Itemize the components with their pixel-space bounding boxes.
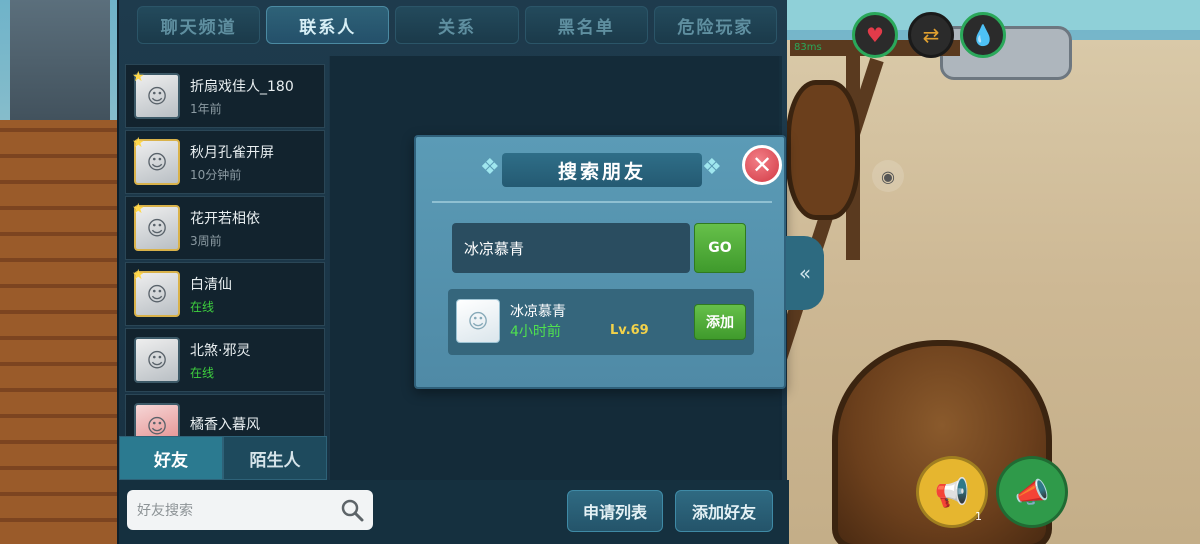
heart-icon[interactable]: ♥: [852, 12, 898, 58]
friend-item[interactable]: ★ ☺ 折扇戏佳人_180 1年前: [125, 64, 325, 128]
star-icon: ★: [132, 69, 145, 85]
barrel-back: [786, 80, 860, 220]
dialog-title-band: 搜索朋友: [502, 153, 702, 187]
go-button[interactable]: GO: [694, 223, 746, 273]
megaphone-green-icon[interactable]: 📣: [996, 456, 1068, 528]
avatar: ☺: [134, 337, 180, 383]
avatar: ★ ☺: [132, 135, 180, 185]
search-friend-dialog: ❖ 搜索朋友 ❖ ✕ 冰凉慕青 GO ☺ 冰凉慕青 4小时前 Lv.69 添加: [414, 135, 786, 389]
friend-status: 10分钟前: [190, 167, 242, 182]
tab-friends[interactable]: 好友: [119, 436, 223, 480]
add-button[interactable]: 添加: [694, 304, 746, 340]
star-icon: ★: [132, 135, 145, 151]
wooden-crate: [0, 120, 120, 544]
friend-name: 白清仙: [190, 276, 232, 293]
avatar: ★ ☺: [132, 267, 180, 317]
friend-status: 1年前: [190, 101, 222, 116]
friend-name: 秋月孔雀开屏: [190, 144, 274, 161]
swap-icon[interactable]: ⇄: [908, 12, 954, 58]
search-placeholder: 好友搜索: [137, 503, 193, 519]
star-icon: ★: [132, 267, 145, 283]
bottom-bar: 好友搜索 申请列表 添加好友: [119, 480, 789, 544]
avatar: ☺: [456, 299, 500, 343]
water-drop-icon[interactable]: 💧: [960, 12, 1006, 58]
dialog-title: 搜索朋友: [557, 160, 646, 183]
tab-blacklist[interactable]: 黑名单: [524, 6, 648, 44]
tab-bar: 聊天频道 联系人 关系 黑名单 危险玩家: [137, 6, 778, 46]
tab-contacts[interactable]: 联系人: [266, 6, 390, 44]
megaphone-count: 1: [975, 510, 982, 523]
tab-strangers[interactable]: 陌生人: [223, 436, 327, 480]
friend-status: 在线: [190, 299, 215, 314]
avatar: ★ ☺: [132, 201, 180, 251]
divider: [432, 201, 772, 203]
friend-status: 在线: [190, 365, 215, 380]
star-icon: ★: [132, 201, 145, 217]
friend-search-input[interactable]: 好友搜索: [127, 490, 373, 530]
ornament-right-icon: ❖: [702, 155, 722, 180]
eye-icon[interactable]: ◉: [872, 160, 904, 192]
statue: [10, 0, 110, 140]
result-level: Lv.69: [610, 323, 649, 338]
avatar: ☺: [134, 403, 180, 436]
tab-chat-channel[interactable]: 聊天频道: [137, 6, 261, 44]
friend-item[interactable]: ★ ☺ 秋月孔雀开屏 10分钟前: [125, 130, 325, 194]
friend-name: 折扇戏佳人_180: [190, 78, 294, 95]
ping-readout: 83ms: [794, 42, 822, 53]
friend-list[interactable]: ★ ☺ 折扇戏佳人_180 1年前 ★ ☺ 秋月孔雀开屏 10分钟前 ★ ☺ 花开若相…: [125, 64, 325, 436]
friend-name: 橘香入暮风: [190, 417, 260, 433]
apply-list-button[interactable]: 申请列表: [567, 490, 663, 532]
result-last-online: 4小时前: [510, 324, 561, 340]
friend-item[interactable]: ★ ☺ 白清仙 在线: [125, 262, 325, 326]
search-result-row: ☺ 冰凉慕青 4小时前 Lv.69 添加: [448, 289, 754, 355]
close-icon: ✕: [751, 151, 773, 179]
collapse-arrow-icon[interactable]: «: [786, 236, 824, 310]
search-icon[interactable]: [339, 497, 365, 523]
add-friend-button[interactable]: 添加好友: [675, 490, 773, 532]
friend-type-tabs: 好友 陌生人: [119, 436, 327, 480]
tab-relations[interactable]: 关系: [395, 6, 519, 44]
friend-item[interactable]: ☺ 橘香入暮风: [125, 394, 325, 436]
friend-item[interactable]: ★ ☺ 花开若相依 3周前: [125, 196, 325, 260]
friend-status: 3周前: [190, 233, 222, 248]
friend-name: 花开若相依: [190, 210, 260, 227]
close-button[interactable]: ✕: [742, 145, 782, 185]
tab-dangerous-players[interactable]: 危险玩家: [653, 6, 778, 44]
friend-item[interactable]: ☺ 北煞·邪灵 在线: [125, 328, 325, 392]
player-name-input[interactable]: 冰凉慕青: [452, 223, 690, 273]
ornament-left-icon: ❖: [480, 155, 500, 180]
avatar: ★ ☺: [132, 69, 180, 119]
result-name: 冰凉慕青: [510, 304, 566, 320]
friend-name: 北煞·邪灵: [190, 342, 251, 359]
